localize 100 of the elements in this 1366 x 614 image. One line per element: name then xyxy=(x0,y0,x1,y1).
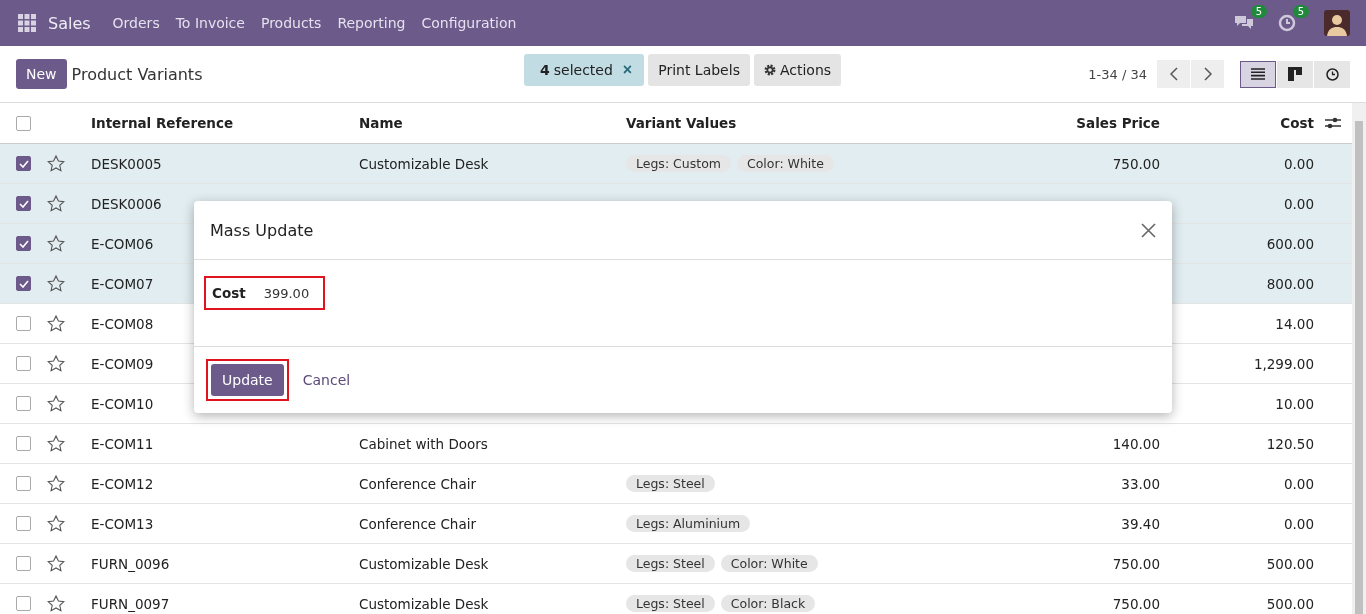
chevron-left-icon xyxy=(1169,67,1178,81)
notification-badge: 5 xyxy=(1250,5,1267,18)
table-cell: E-COM08 xyxy=(91,315,154,332)
table-cell: DESK0005 xyxy=(91,155,162,172)
list-icon xyxy=(1251,68,1265,80)
table-cell: 750.00 xyxy=(1112,155,1160,172)
row-checkbox[interactable] xyxy=(16,276,31,291)
star-icon[interactable] xyxy=(47,355,65,372)
variant-tag: Legs: Aluminium xyxy=(626,515,751,532)
column-header[interactable]: Name xyxy=(359,115,403,131)
clock-icon[interactable] xyxy=(1278,14,1296,32)
menu-item[interactable]: To Invoice xyxy=(175,15,245,31)
row-checkbox[interactable] xyxy=(16,156,31,171)
variant-tag: Color: White xyxy=(736,155,834,172)
kanban-view-button[interactable] xyxy=(1277,60,1313,88)
apps-menu-icon[interactable] xyxy=(18,14,36,32)
variant-tag: Legs: Steel xyxy=(626,555,715,572)
star-icon[interactable] xyxy=(47,395,65,412)
row-checkbox[interactable] xyxy=(16,196,31,211)
variant-tag: Color: Black xyxy=(720,595,816,612)
cancel-link[interactable]: Cancel xyxy=(302,372,351,388)
variant-tag: Legs: Steel xyxy=(626,595,715,612)
print-labels-button[interactable]: Print Labels xyxy=(648,54,750,86)
table-cell: FURN_0097 xyxy=(91,595,170,612)
row-checkbox[interactable] xyxy=(16,316,31,331)
clear-selection-button[interactable]: × xyxy=(616,61,633,79)
variant-tag: Legs: Custom xyxy=(626,155,731,172)
star-icon[interactable] xyxy=(47,595,65,612)
chevron-right-icon xyxy=(1203,67,1212,81)
close-icon[interactable] xyxy=(1141,222,1156,238)
table-cell: 800.00 xyxy=(1266,275,1314,292)
table-cell: 0.00 xyxy=(1283,475,1314,492)
star-icon[interactable] xyxy=(47,195,65,212)
table-cell: Customizable Desk xyxy=(359,595,489,612)
notification-badge: 5 xyxy=(1292,5,1309,18)
row-checkbox[interactable] xyxy=(16,236,31,251)
table-cell: E-COM13 xyxy=(91,515,154,532)
page-title: Product Variants xyxy=(71,64,203,84)
sliders-icon[interactable] xyxy=(1325,116,1341,130)
table-cell: Conference Chair xyxy=(359,475,476,492)
menu-item[interactable]: Configuration xyxy=(421,15,517,31)
gear-icon xyxy=(763,64,776,76)
row-checkbox[interactable] xyxy=(16,356,31,371)
row-checkbox[interactable] xyxy=(16,596,31,611)
table-cell: 0.00 xyxy=(1283,515,1314,532)
column-header[interactable]: Variant Values xyxy=(626,115,737,131)
scrollbar[interactable] xyxy=(1352,103,1366,614)
table-cell: 33.00 xyxy=(1121,475,1160,492)
table-cell: DESK0006 xyxy=(91,195,162,212)
table-cell: 14.00 xyxy=(1275,315,1314,332)
table-cell: 0.00 xyxy=(1283,155,1314,172)
table-cell: Customizable Desk xyxy=(359,155,489,172)
selection-label: selected xyxy=(553,62,613,78)
table-cell: E-COM10 xyxy=(91,395,154,412)
scrollbar-thumb[interactable] xyxy=(1355,121,1363,614)
update-button[interactable]: Update xyxy=(211,364,284,396)
star-icon[interactable] xyxy=(47,315,65,332)
table-cell: E-COM06 xyxy=(91,235,154,252)
selection-count: 4 xyxy=(540,62,550,78)
table-cell: 750.00 xyxy=(1112,595,1160,612)
star-icon[interactable] xyxy=(47,275,65,292)
star-icon[interactable] xyxy=(47,475,65,492)
avatar-icon[interactable] xyxy=(1324,10,1350,36)
menu-item[interactable]: Orders xyxy=(112,15,160,31)
column-header[interactable]: Internal Reference xyxy=(91,115,234,131)
table-cell: E-COM07 xyxy=(91,275,154,292)
star-icon[interactable] xyxy=(47,515,65,532)
table-cell: 140.00 xyxy=(1112,435,1160,452)
row-checkbox[interactable] xyxy=(16,436,31,451)
table-cell: FURN_0096 xyxy=(91,555,170,572)
star-icon[interactable] xyxy=(47,155,65,172)
menu-item[interactable]: Products xyxy=(260,15,322,31)
column-header[interactable]: Sales Price xyxy=(1076,115,1160,131)
row-checkbox[interactable] xyxy=(16,396,31,411)
new-button[interactable]: New xyxy=(16,59,67,89)
menu-item[interactable]: Reporting xyxy=(337,15,406,31)
table-cell: 500.00 xyxy=(1266,595,1314,612)
actions-button[interactable]: Actions xyxy=(753,54,842,86)
variant-tag: Color: White xyxy=(720,555,818,572)
table-cell: 500.00 xyxy=(1266,555,1314,572)
table-cell: E-COM12 xyxy=(91,475,154,492)
row-checkbox[interactable] xyxy=(16,476,31,491)
variant-tag: Legs: Steel xyxy=(626,475,715,492)
star-icon[interactable] xyxy=(47,435,65,452)
cost-field[interactable]: Cost 399.00 xyxy=(204,276,326,310)
kanban-icon xyxy=(1288,67,1302,81)
table-cell: 120.50 xyxy=(1266,435,1314,452)
row-checkbox[interactable] xyxy=(16,516,31,531)
table-cell: 0.00 xyxy=(1283,195,1314,212)
list-view-button[interactable] xyxy=(1240,60,1276,88)
column-header[interactable]: Cost xyxy=(1280,115,1314,131)
row-checkbox[interactable] xyxy=(16,556,31,571)
star-icon[interactable] xyxy=(47,235,65,252)
table-cell: Conference Chair xyxy=(359,515,476,532)
star-icon[interactable] xyxy=(47,555,65,572)
table-cell: E-COM09 xyxy=(91,355,154,372)
pager-text: 1-34 / 34 xyxy=(1088,66,1147,82)
activity-view-button[interactable] xyxy=(1314,60,1350,88)
app-name[interactable]: Sales xyxy=(48,13,91,33)
select-all-checkbox[interactable] xyxy=(16,115,31,131)
